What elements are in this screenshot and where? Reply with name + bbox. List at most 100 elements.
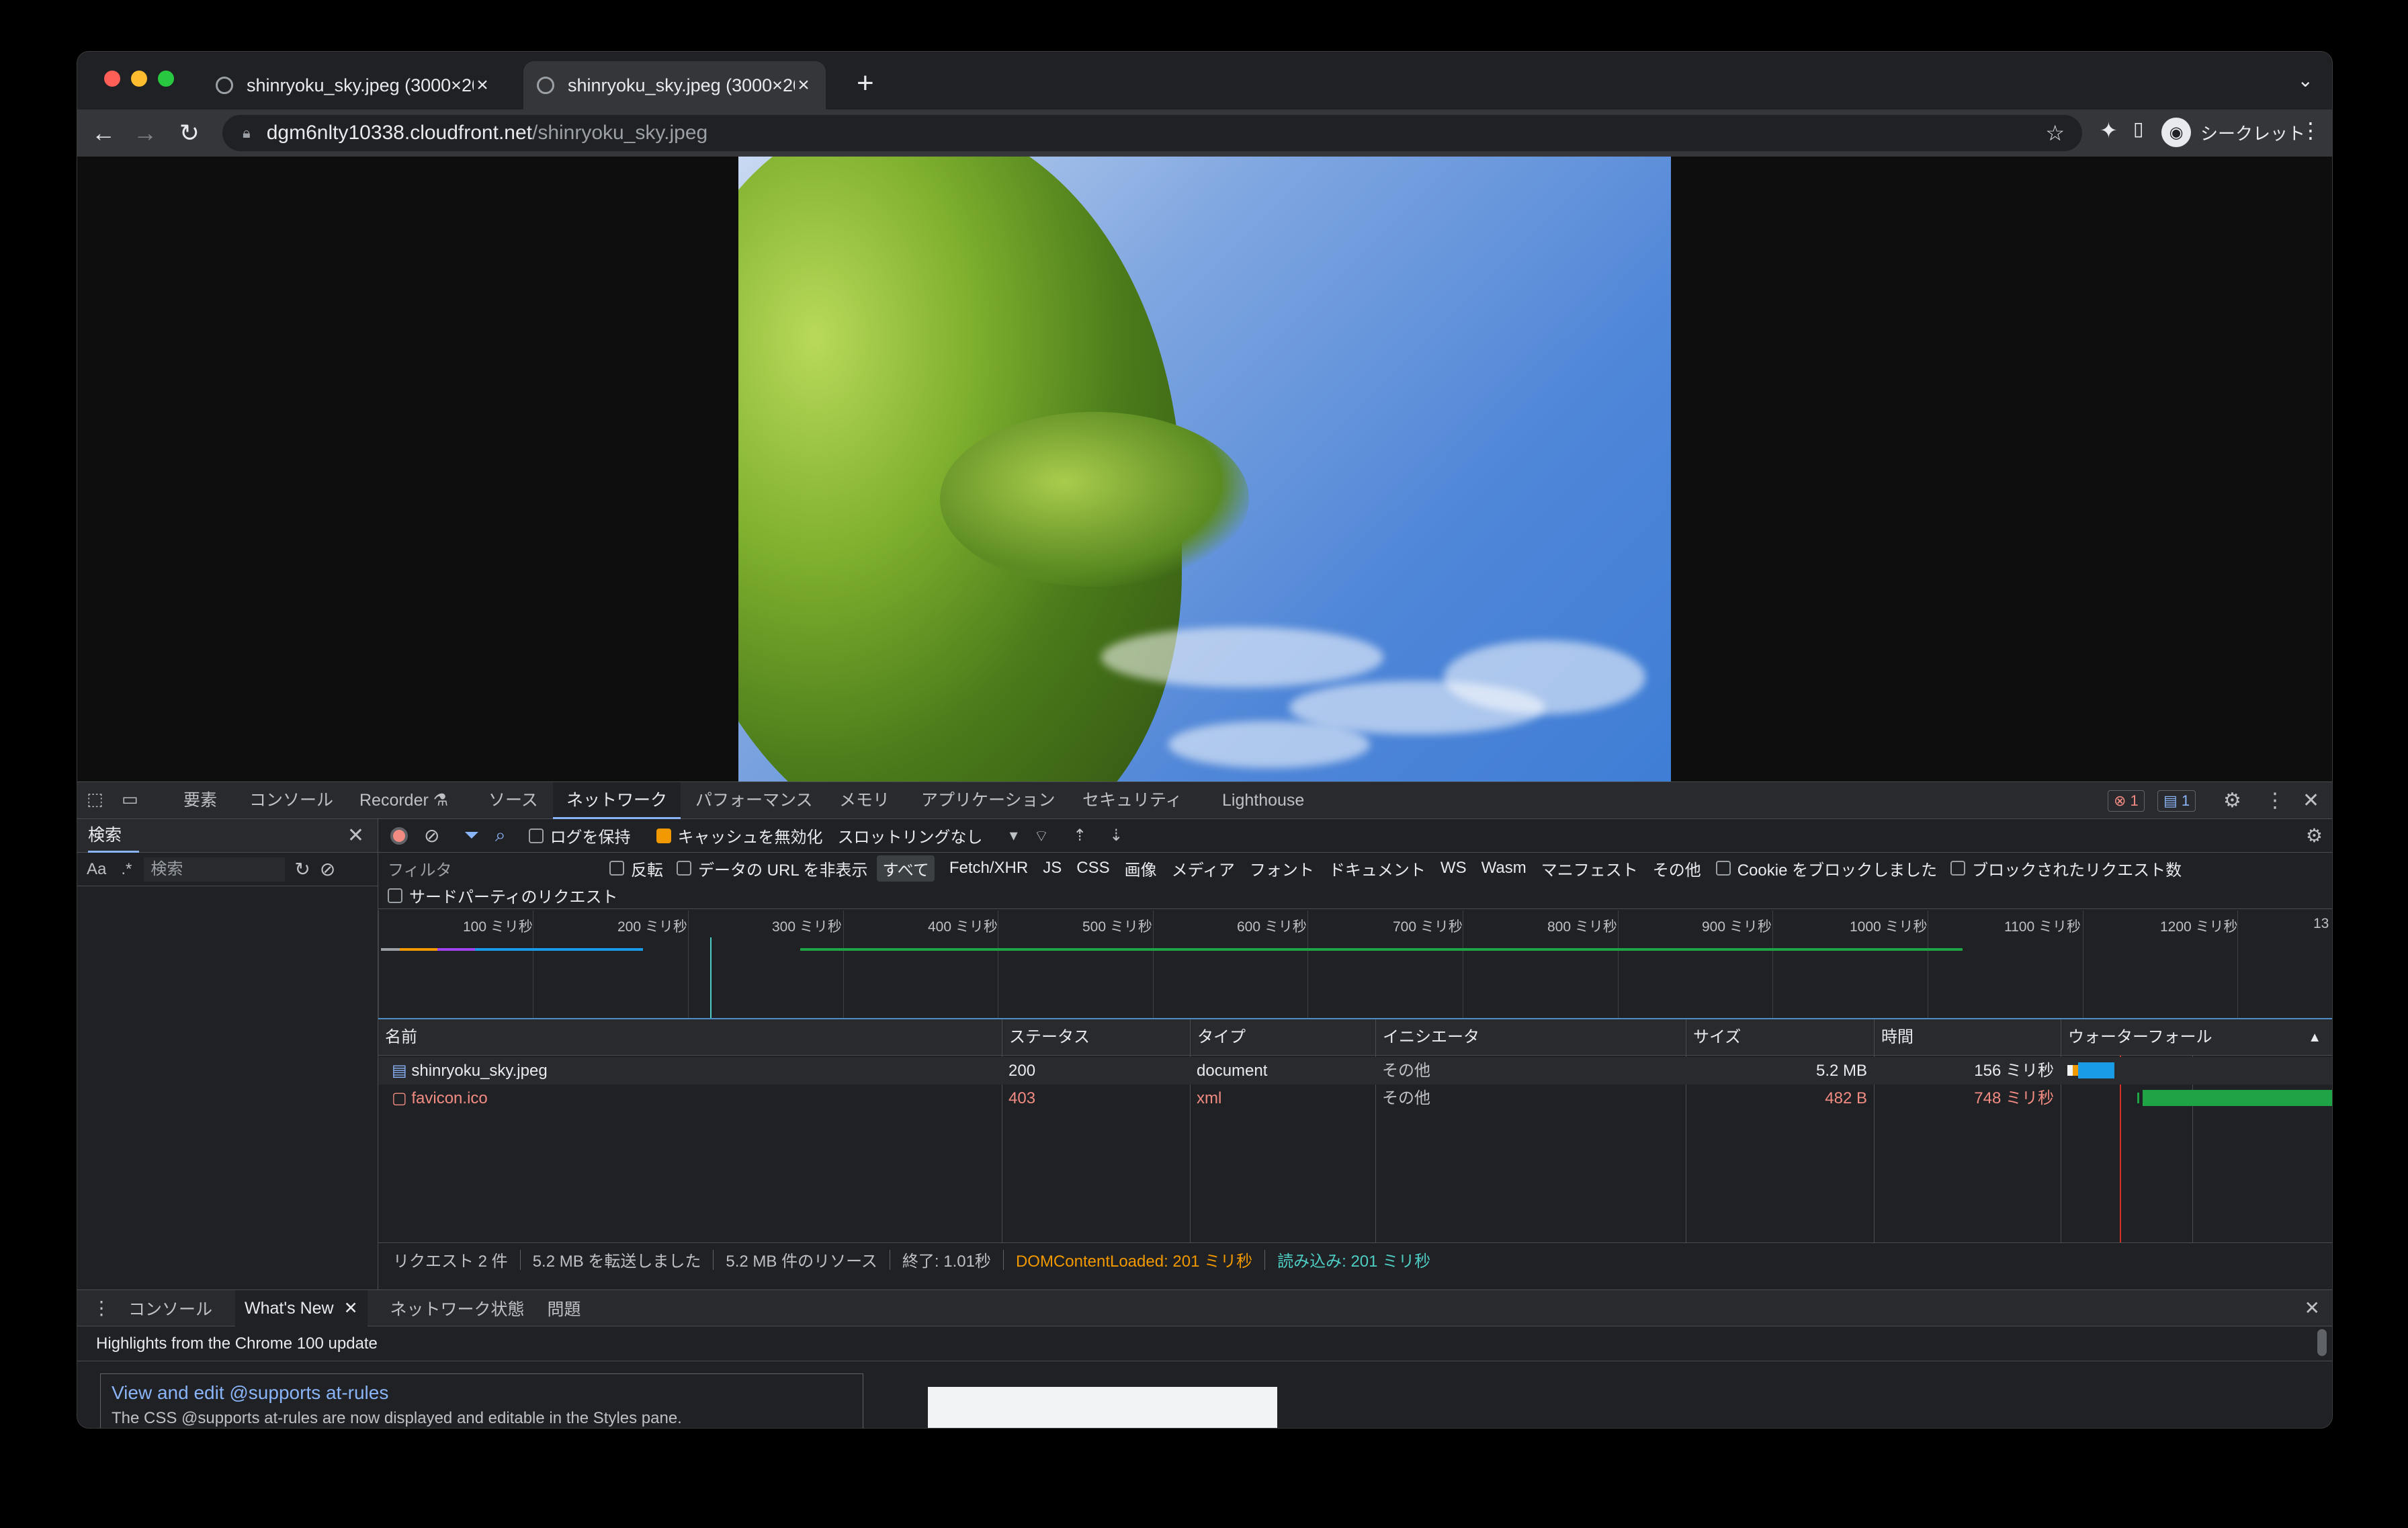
inspect-element-icon[interactable]: ⬚ <box>87 789 103 810</box>
clear-search-icon[interactable]: ⊘ <box>320 858 335 880</box>
error-count-badge[interactable]: ⊗ 1 <box>2108 790 2145 812</box>
back-button[interactable]: ← <box>87 116 120 150</box>
preserve-log-checkbox[interactable] <box>528 828 544 843</box>
new-tab-button[interactable]: + <box>857 67 874 100</box>
disable-cache-checkbox[interactable] <box>656 828 671 843</box>
tab-sources[interactable]: ソース <box>488 782 538 819</box>
type-filter-all[interactable]: すべて <box>877 855 935 882</box>
close-tab-icon[interactable]: ✕ <box>344 1299 358 1318</box>
close-window-button[interactable] <box>104 71 120 87</box>
timeline-gridline <box>1307 910 1311 1018</box>
timeline-overview[interactable]: 100 ミリ秒 200 ミリ秒 300 ミリ秒 400 ミリ秒 500 ミリ秒 … <box>378 910 2332 1019</box>
close-tab-icon[interactable]: × <box>795 74 812 97</box>
match-case-toggle[interactable]: Aa <box>87 860 106 879</box>
drawer-tab-console[interactable]: コンソール <box>128 1296 212 1320</box>
bookmark-star-icon[interactable]: ☆ <box>2045 120 2065 146</box>
chevron-down-icon[interactable]: ▾ <box>1010 826 1018 845</box>
close-search-icon[interactable]: ✕ <box>347 824 364 847</box>
network-settings-icon[interactable]: ⚙ <box>2306 824 2323 847</box>
tab-console[interactable]: コンソール <box>249 782 333 819</box>
browser-window: shinryoku_sky.jpeg (3000×2000) × shinryo… <box>77 51 2333 1429</box>
tab-recorder[interactable]: Recorder ⚗ <box>359 782 448 819</box>
chrome-menu-icon[interactable]: ⋮ <box>2300 118 2321 143</box>
browser-tab[interactable]: shinryoku_sky.jpeg (3000×2000) × <box>202 61 505 110</box>
drawer-tab-network-conditions[interactable]: ネットワーク状態 <box>390 1296 525 1320</box>
throttling-select[interactable]: スロットリングなし <box>838 824 983 847</box>
tab-memory[interactable]: メモリ <box>839 782 890 819</box>
summary-divider <box>1002 1249 1004 1270</box>
type-filter-fetch[interactable]: Fetch/XHR <box>949 859 1028 878</box>
tab-performance[interactable]: パフォーマンス <box>695 782 813 819</box>
refresh-search-icon[interactable]: ↻ <box>294 858 310 880</box>
col-name[interactable]: 名前 <box>378 1019 417 1056</box>
type-filter-font[interactable]: フォント <box>1250 857 1314 880</box>
search-input[interactable]: 検索 <box>144 857 286 882</box>
forward-button[interactable]: → <box>128 116 162 150</box>
close-devtools-icon[interactable]: ✕ <box>2303 789 2319 812</box>
table-row[interactable]: ▤ shinryoku_sky.jpeg 200 document その他 5.… <box>378 1057 2332 1085</box>
feature-title[interactable]: View and edit @supports at-rules <box>112 1382 852 1404</box>
type-filter-doc[interactable]: ドキュメント <box>1329 857 1426 880</box>
invert-checkbox[interactable] <box>609 861 624 876</box>
close-drawer-icon[interactable]: ✕ <box>2305 1297 2320 1319</box>
timeline-tick: 500 ミリ秒 <box>1082 919 1152 935</box>
col-type[interactable]: タイプ <box>1190 1019 1246 1056</box>
network-conditions-icon[interactable]: ⌔ <box>1034 826 1049 846</box>
filter-icon[interactable]: ⏷ <box>464 824 478 847</box>
col-status[interactable]: ステータス <box>1002 1019 1090 1056</box>
drawer-tab-whats-new[interactable]: What's New ✕ <box>235 1289 368 1326</box>
import-har-icon[interactable]: ⇡ <box>1073 826 1086 845</box>
record-button[interactable] <box>390 826 408 845</box>
table-row[interactable]: ▢ favicon.ico 403 xml その他 482 B 748 ミリ秒 <box>378 1085 2332 1112</box>
devtools-drawer: ⋮ コンソール What's New ✕ ネットワーク状態 問題 ✕ Highl… <box>77 1289 2332 1428</box>
tab-lighthouse[interactable]: Lighthouse <box>1222 782 1304 819</box>
extensions-icon[interactable]: ✦ <box>2100 118 2118 143</box>
tab-search-icon[interactable]: ⌄ <box>2298 69 2313 91</box>
type-filter-wasm[interactable]: Wasm <box>1481 859 1526 878</box>
regex-toggle[interactable]: .* <box>121 860 132 879</box>
col-waterfall[interactable]: ウォーターフォール ▲ <box>2061 1019 2332 1056</box>
type-filter-css[interactable]: CSS <box>1076 859 1109 878</box>
export-har-icon[interactable]: ⇣ <box>1109 826 1123 845</box>
settings-gear-icon[interactable]: ⚙ <box>2223 789 2241 812</box>
clear-log-icon[interactable]: ⊘ <box>424 824 439 847</box>
blocked-requests-checkbox[interactable] <box>1950 861 1966 876</box>
waterfall-bar-download <box>2143 1090 2332 1106</box>
filter-input[interactable]: フィルタ <box>388 857 609 880</box>
tab-application[interactable]: アプリケーション <box>921 782 1056 819</box>
type-filter-img[interactable]: 画像 <box>1125 857 1157 880</box>
type-filter-other[interactable]: その他 <box>1653 857 1701 880</box>
drawer-tab-issues[interactable]: 問題 <box>548 1296 581 1320</box>
third-party-checkbox[interactable] <box>388 888 402 903</box>
type-filter-media[interactable]: メディア <box>1172 857 1235 880</box>
blocked-cookies-checkbox[interactable] <box>1715 861 1731 876</box>
col-size[interactable]: サイズ <box>1686 1019 1741 1056</box>
type-filter-manifest[interactable]: マニフェスト <box>1541 857 1638 880</box>
globe-icon <box>537 77 554 94</box>
col-initiator[interactable]: イニシエータ <box>1375 1019 1479 1056</box>
close-tab-icon[interactable]: × <box>474 74 491 97</box>
tab-network[interactable]: ネットワーク <box>553 782 681 819</box>
feature-card[interactable]: View and edit @supports at-rules The CSS… <box>100 1373 863 1428</box>
summary-divider <box>519 1249 521 1270</box>
device-toolbar-icon[interactable]: ▭ <box>122 789 138 810</box>
message-count-badge[interactable]: ▤ 1 <box>2157 790 2196 812</box>
search-icon[interactable]: ⌕ <box>495 824 506 847</box>
drawer-scrollbar[interactable] <box>2317 1329 2327 1356</box>
type-filter-js[interactable]: JS <box>1043 859 1062 878</box>
hide-data-urls-checkbox[interactable] <box>677 861 691 876</box>
summary-divider <box>1264 1249 1266 1270</box>
minimize-window-button[interactable] <box>131 71 147 87</box>
type-filter-ws[interactable]: WS <box>1440 859 1467 878</box>
incognito-profile-button[interactable]: ◉ シークレット <box>2128 118 2305 147</box>
drawer-menu-icon[interactable]: ⋮ <box>92 1297 111 1319</box>
col-time[interactable]: 時間 <box>1874 1019 1914 1056</box>
tab-security[interactable]: セキュリティ <box>1082 782 1182 819</box>
address-bar[interactable]: 🔒︎ dgm6nlty10338.cloudfront.net/shinryok… <box>222 115 2082 151</box>
browser-tab-active[interactable]: shinryoku_sky.jpeg (3000×2000) × <box>523 61 826 110</box>
search-tab[interactable]: 検索 <box>88 819 140 853</box>
maximize-window-button[interactable] <box>158 71 174 87</box>
tab-elements[interactable]: 要素 <box>183 782 217 819</box>
more-options-icon[interactable]: ⋮ <box>2265 789 2285 812</box>
reload-button[interactable]: ↻ <box>173 116 206 150</box>
